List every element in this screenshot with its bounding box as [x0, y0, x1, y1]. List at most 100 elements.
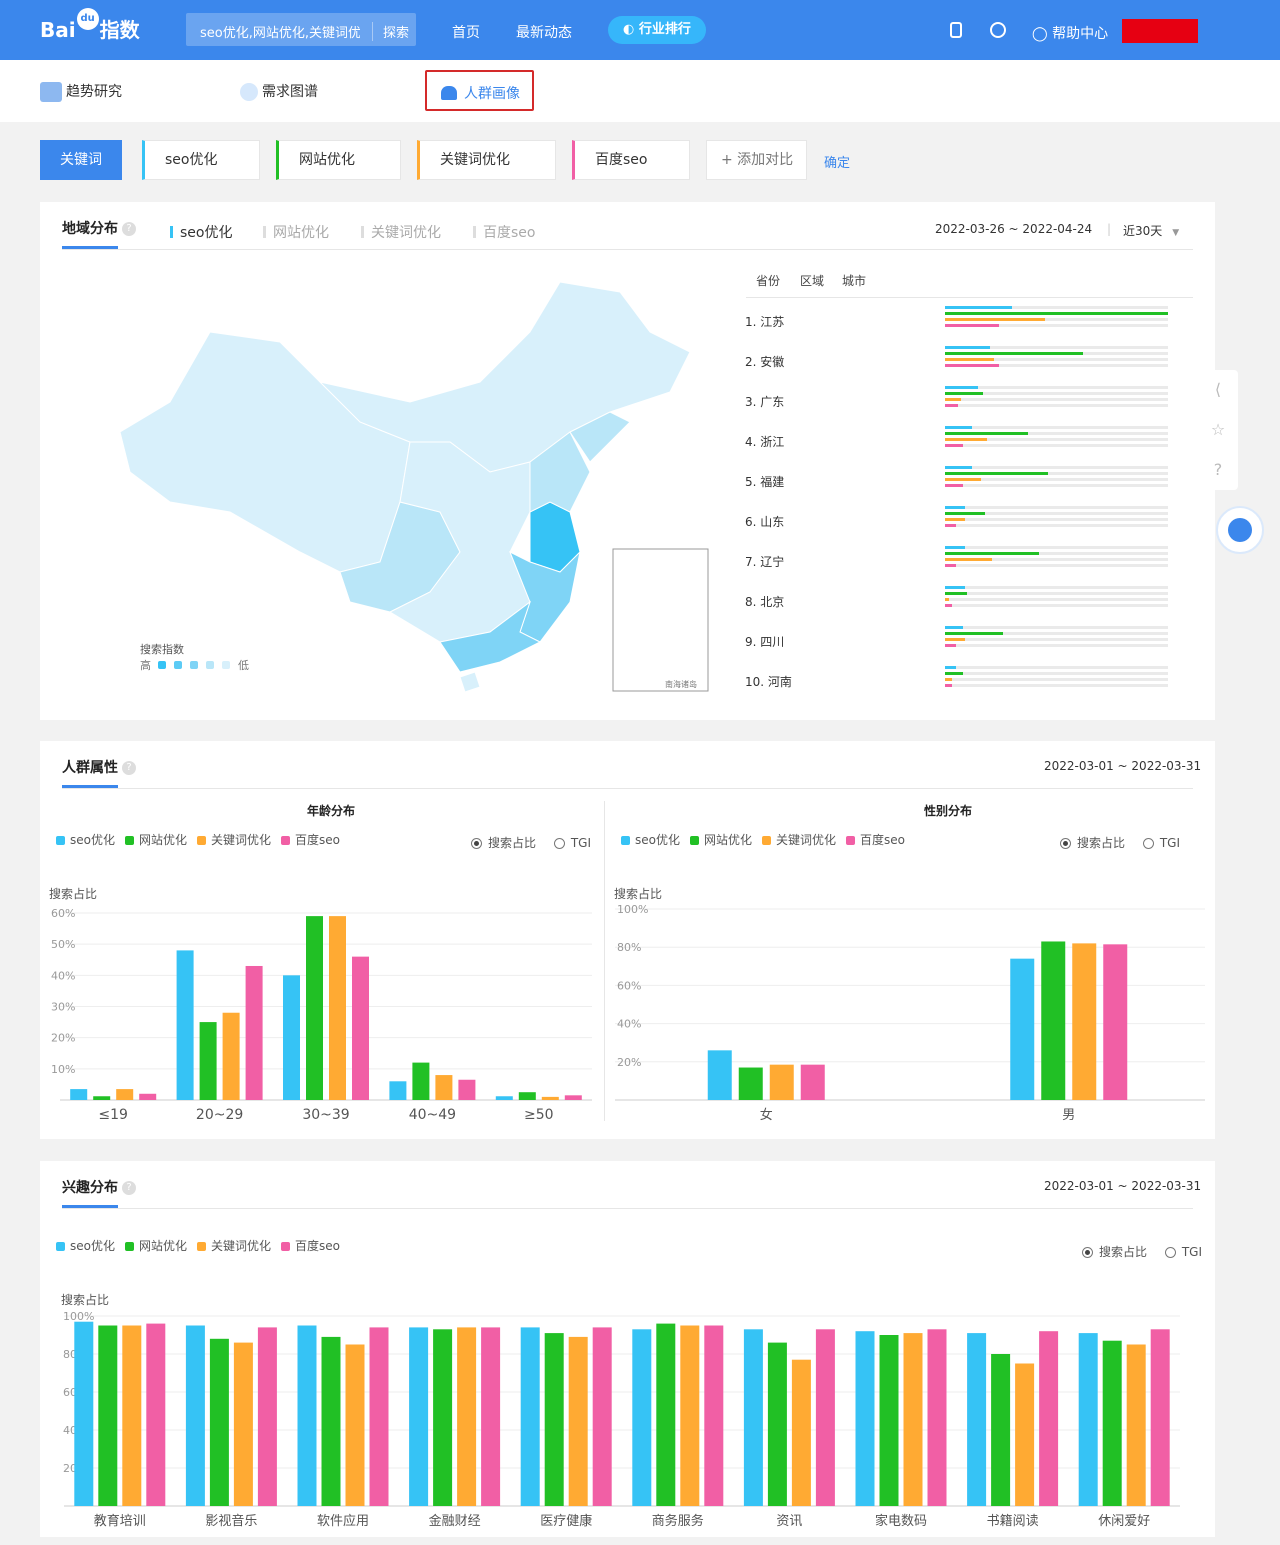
keyword-chip-4[interactable]: 百度seo — [572, 140, 690, 180]
chart-bar[interactable] — [879, 1335, 899, 1506]
chart-bar[interactable] — [122, 1325, 142, 1507]
chart-bar[interactable] — [481, 1327, 501, 1506]
chart-bar[interactable] — [458, 1079, 476, 1100]
region-bar[interactable] — [945, 398, 961, 401]
region-bar[interactable] — [945, 626, 963, 629]
region-bar[interactable] — [945, 346, 990, 349]
search-input[interactable]: seo优化,网站优化,关键词优化 — [200, 22, 360, 41]
region-bar[interactable] — [945, 472, 1048, 475]
chart-bar[interactable] — [412, 1062, 430, 1100]
tab-crowd-portrait[interactable]: 人群画像 — [425, 70, 534, 111]
legend-item[interactable]: seo优化 — [56, 1237, 115, 1254]
map-region-hainan[interactable] — [459, 671, 481, 693]
chart-bar[interactable] — [306, 916, 323, 1100]
keyword-chip-3[interactable]: 关键词优化 — [417, 140, 556, 180]
chart-bar[interactable] — [116, 1089, 134, 1100]
chart-bar[interactable] — [903, 1333, 923, 1506]
nav-news[interactable]: 最新动态 — [516, 22, 572, 42]
region-row[interactable]: 5. 福建 — [745, 466, 1175, 493]
chart-bar[interactable] — [257, 1327, 277, 1506]
region-row[interactable]: 2. 安徽 — [745, 346, 1175, 373]
region-bar[interactable] — [945, 506, 965, 509]
region-tab-4[interactable]: 百度seo — [473, 222, 535, 242]
chart-bar[interactable] — [769, 1064, 794, 1100]
search-box[interactable]: seo优化,网站优化,关键词优化 探索 — [186, 13, 416, 46]
chart-bar[interactable] — [321, 1336, 341, 1506]
region-tab-1[interactable]: seo优化 — [170, 222, 232, 242]
chart-bar[interactable] — [1150, 1329, 1170, 1506]
help-center-link[interactable]: ◯ 帮助中心 — [1032, 23, 1108, 43]
chart-bar[interactable] — [632, 1329, 652, 1506]
region-bar[interactable] — [945, 404, 958, 407]
chart-bar[interactable] — [1041, 941, 1066, 1100]
chart-bar[interactable] — [1078, 1333, 1098, 1506]
region-bar[interactable] — [945, 678, 952, 681]
nav-home[interactable]: 首页 — [452, 22, 480, 42]
legend-item[interactable]: 网站优化 — [124, 1237, 187, 1254]
region-bar[interactable] — [945, 518, 965, 521]
user-account-redacted[interactable] — [1122, 19, 1198, 43]
region-bar[interactable] — [945, 318, 1045, 321]
chart-bar[interactable] — [967, 1333, 987, 1506]
chart-bar[interactable] — [815, 1329, 835, 1506]
region-bar[interactable] — [945, 466, 972, 469]
chart-bar[interactable] — [457, 1327, 477, 1506]
region-bar[interactable] — [945, 484, 963, 487]
chart-bar[interactable] — [345, 1344, 365, 1507]
region-row[interactable]: 6. 山东 — [745, 506, 1175, 533]
region-bar[interactable] — [945, 438, 987, 441]
region-bar[interactable] — [945, 604, 952, 607]
help-icon[interactable]: ? — [122, 761, 136, 775]
chart-bar[interactable] — [209, 1338, 229, 1506]
chart-bar[interactable] — [855, 1331, 875, 1506]
region-bar[interactable] — [945, 358, 994, 361]
tab-demand-map[interactable]: 需求图谱 — [240, 81, 318, 101]
interest-date-range[interactable]: 2022-03-01 ~ 2022-03-31 — [1044, 1179, 1201, 1193]
chart-bar[interactable] — [568, 1336, 588, 1506]
chart-bar[interactable] — [1015, 1363, 1035, 1507]
chart-bar[interactable] — [70, 1089, 88, 1100]
region-row[interactable]: 3. 广东 — [745, 386, 1175, 413]
chart-bar[interactable] — [74, 1321, 94, 1506]
region-bar[interactable] — [945, 684, 952, 687]
region-bar[interactable] — [945, 312, 1168, 315]
china-map[interactable]: 南海诸岛 搜索指数 高 低 — [110, 272, 750, 702]
chart-bar[interactable] — [389, 1081, 407, 1100]
chart-bar[interactable] — [1039, 1331, 1059, 1506]
chart-bar[interactable] — [146, 1323, 166, 1506]
keyword-label-button[interactable]: 关键词 — [40, 140, 122, 180]
region-bar[interactable] — [945, 512, 985, 515]
chart-bar[interactable] — [680, 1325, 700, 1507]
chart-bar[interactable] — [743, 1329, 763, 1506]
region-tab-3[interactable]: 关键词优化 — [361, 222, 441, 242]
chart-bar[interactable] — [297, 1325, 317, 1507]
chart-bar[interactable] — [592, 1327, 612, 1506]
legend-item[interactable]: 百度seo — [281, 1237, 340, 1254]
region-bar[interactable] — [945, 432, 1028, 435]
region-bar[interactable] — [945, 392, 983, 395]
baidu-index-logo[interactable]: Bai du 指数 — [40, 8, 140, 43]
region-bar[interactable] — [945, 644, 956, 647]
customer-service-button[interactable] — [1216, 506, 1264, 554]
question-icon[interactable]: ? — [1208, 460, 1228, 480]
chart-bar[interactable] — [233, 1342, 253, 1506]
star-icon[interactable]: ☆ — [1208, 420, 1228, 440]
region-bar[interactable] — [945, 638, 965, 641]
region-bar[interactable] — [945, 592, 967, 595]
region-bar[interactable] — [945, 672, 963, 675]
chart-bar[interactable] — [564, 1095, 582, 1100]
region-bar[interactable] — [945, 586, 965, 589]
add-compare-button[interactable]: + 添加对比 — [706, 140, 807, 180]
chart-bar[interactable] — [283, 975, 300, 1100]
chart-bar[interactable] — [991, 1354, 1011, 1506]
radio-tgi[interactable]: TGI — [1164, 1245, 1202, 1259]
region-bar[interactable] — [945, 524, 956, 527]
header-province[interactable]: 省份 — [756, 272, 780, 289]
confirm-button[interactable]: 确定 — [824, 152, 850, 171]
chart-bar[interactable] — [791, 1359, 811, 1506]
chart-bar[interactable] — [176, 950, 194, 1100]
chart-bar[interactable] — [409, 1327, 429, 1506]
region-bar[interactable] — [945, 324, 999, 327]
region-bar[interactable] — [945, 666, 956, 669]
period-select[interactable]: 近30天 ▼ — [1123, 222, 1179, 239]
